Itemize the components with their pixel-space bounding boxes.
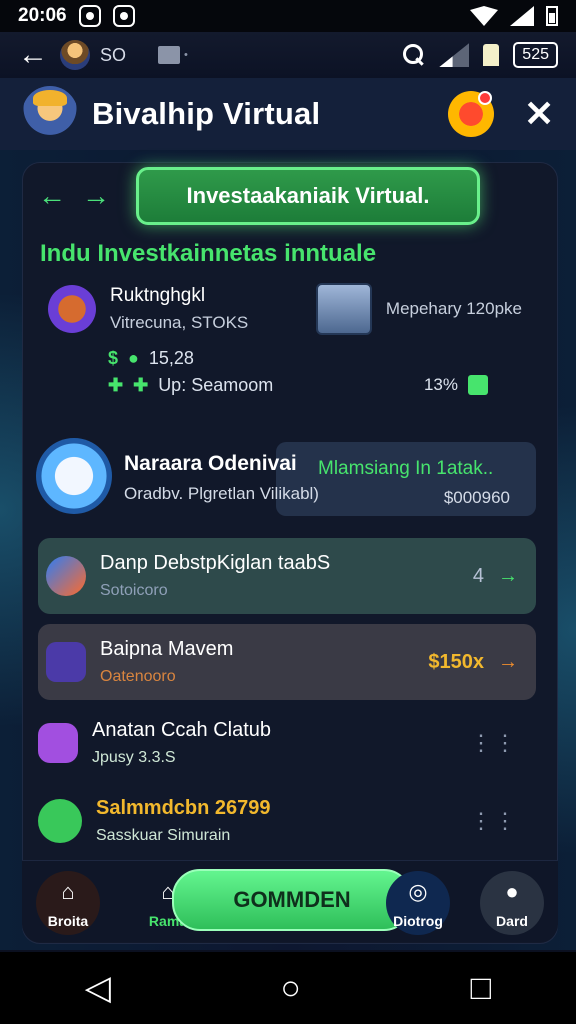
home-icon: ⌂ [61,879,75,904]
app-header: Bivalhip Virtual ✕ [0,78,576,150]
checkmark-icon [38,799,82,843]
nav-home-label: Broita [47,913,89,929]
prev-arrow-icon[interactable]: ← [38,182,66,210]
investment-sub: Oradbv. Plgretlan Vilikabl) [124,484,319,503]
stat-price: 15,28 [148,348,194,368]
status-notification-icon [78,5,101,27]
status-bar: 20:06 [0,0,576,32]
list-right-value: $150x [428,650,484,673]
status-right [470,6,558,26]
asset-title: Ruktnghgkl [110,285,206,306]
avatar[interactable] [60,40,90,70]
list-item[interactable]: Anatan Ccah Clatub Jpusy 3.3.S ⋮⋮ [38,712,536,774]
profile-icon: ● [505,879,519,904]
more-icon[interactable]: ⋮⋮ [470,730,518,756]
arrow-right-icon: → [498,564,518,587]
list-text: Salmmdcbn 26799 Sasskuar Simurain [96,797,271,845]
dollar-icon: $ [108,348,119,368]
list-title: Salmmdcbn 26799 [96,797,271,819]
list-title: Anatan Ccah Clatub [92,719,272,741]
next-arrow-icon[interactable]: → [82,182,110,210]
plus-icon: ✚ [108,375,124,395]
stats-block: $ ● 15,28 ✚ ✚ Up: Seamoom 13% [108,348,488,408]
nav-gift-label: Diotrog [393,913,443,929]
app-title: Bivalhip Virtual [92,96,321,131]
stat-line-price: $ ● 15,28 [108,348,488,369]
asset-right-label: Mepehary 120pke [385,299,522,318]
more-icon[interactable]: ⋮⋮ [470,808,518,834]
section-title: Indu Investkainnetas inntuale [40,240,377,267]
top-right-icons: 525 [403,42,558,68]
device-icon [158,46,181,64]
back-icon[interactable]: ◁ [85,968,111,1008]
chat-icon [38,723,78,763]
list-sub: Sasskuar Simurain [96,827,231,844]
android-nav-bar: ◁ ○ □ [0,952,576,1024]
list-text: Baipna Mavem Oatenooro [100,638,233,686]
investment-card[interactable]: Mlamsiang In 1atak.. $000960 Naraara Ode… [36,438,536,518]
nav-home[interactable]: ⌂ Broita [36,871,100,935]
storage-icon [483,44,500,66]
wifi-icon [470,6,498,26]
network-icon [439,43,470,67]
list-right: 4 → [473,565,518,588]
list-item[interactable]: Baipna Mavem Oatenooro $150x → [38,624,536,700]
arrow-right-icon: → [498,650,518,673]
list-title: Baipna Mavem [100,638,234,660]
back-arrow-icon[interactable]: ← [18,40,48,70]
primary-cta-button[interactable]: GOMMDEN [172,869,412,931]
close-icon[interactable]: ✕ [524,93,554,135]
gift-icon: ◎ [408,879,428,904]
coin-icon: ● [128,348,139,368]
list-item[interactable]: Salmmdcbn 26799 Sasskuar Simurain ⋮⋮ [38,790,536,852]
top-nav: ← SO • 525 [0,32,576,78]
mascot-avatar-icon [22,86,78,142]
asset-text: Ruktnghgkl Vitrecuna, STOKS [110,285,248,333]
panel-top-bar: ← → Investaakaniaik Virtual. [22,162,558,230]
chevron-down-icon[interactable]: • [184,49,188,61]
cube-icon [48,285,96,333]
home-circle-icon[interactable]: ○ [281,969,302,1008]
investment-avatar-icon [36,438,112,514]
bottom-bar: ⌂ Broita ⌂ Rama GOMMDEN ◎ Diotrog ● Dard [22,860,558,942]
list-right-value: 4 [472,564,484,587]
list-title: Danp DebstpKiglan taabS [100,552,331,574]
stat-percent: 13% [424,375,488,395]
stat-up: Up: Seamoom [158,375,274,395]
asset-row[interactable]: Ruktnghgkl Vitrecuna, STOKS Mepehary 120… [48,278,548,340]
shop-icon [46,642,86,682]
robot-icon [315,283,372,335]
signal-icon [510,6,534,26]
search-icon[interactable] [403,44,425,66]
list-text: Anatan Ccah Clatub Jpusy 3.3.S [92,719,271,767]
battery-level: 525 [513,42,558,68]
status-app-icon [112,5,135,27]
nav-gift[interactable]: ◎ Diotrog [386,871,450,935]
asset-sub: Vitrecuna, STOKS [110,313,249,332]
investment-highlight: Mlamsiang In 1atak.. $000960 [276,442,536,516]
plus-icon: ✚ [133,375,149,395]
tag-icon [46,556,86,596]
list-sub: Jpusy 3.3.S [92,749,176,766]
nav-profile-label: Dard [496,913,528,929]
investment-title: Naraara Odenivai [124,452,297,475]
recents-icon[interactable]: □ [471,969,492,1008]
investment-amount: $000960 [443,488,510,507]
list-sub: Oatenooro [100,668,176,685]
notification-icon[interactable] [448,91,494,137]
battery-icon [546,6,558,26]
check-icon [468,375,488,395]
top-count: SO [100,44,127,65]
list-text: Danp DebstpKiglan taabS Sotoicoro [100,552,330,600]
list-right: $150x → [428,651,518,674]
stat-percent-value: 13% [423,375,458,394]
status-time: 20:06 [18,5,67,26]
panel-title-pill[interactable]: Investaakaniaik Virtual. [136,167,480,225]
list-sub: Sotoicoro [100,582,168,599]
investment-highlight-text: Mlamsiang In 1atak.. [318,458,494,479]
list-item[interactable]: Danp DebstpKiglan taabS Sotoicoro 4 → [38,538,536,614]
nav-profile[interactable]: ● Dard [480,871,544,935]
